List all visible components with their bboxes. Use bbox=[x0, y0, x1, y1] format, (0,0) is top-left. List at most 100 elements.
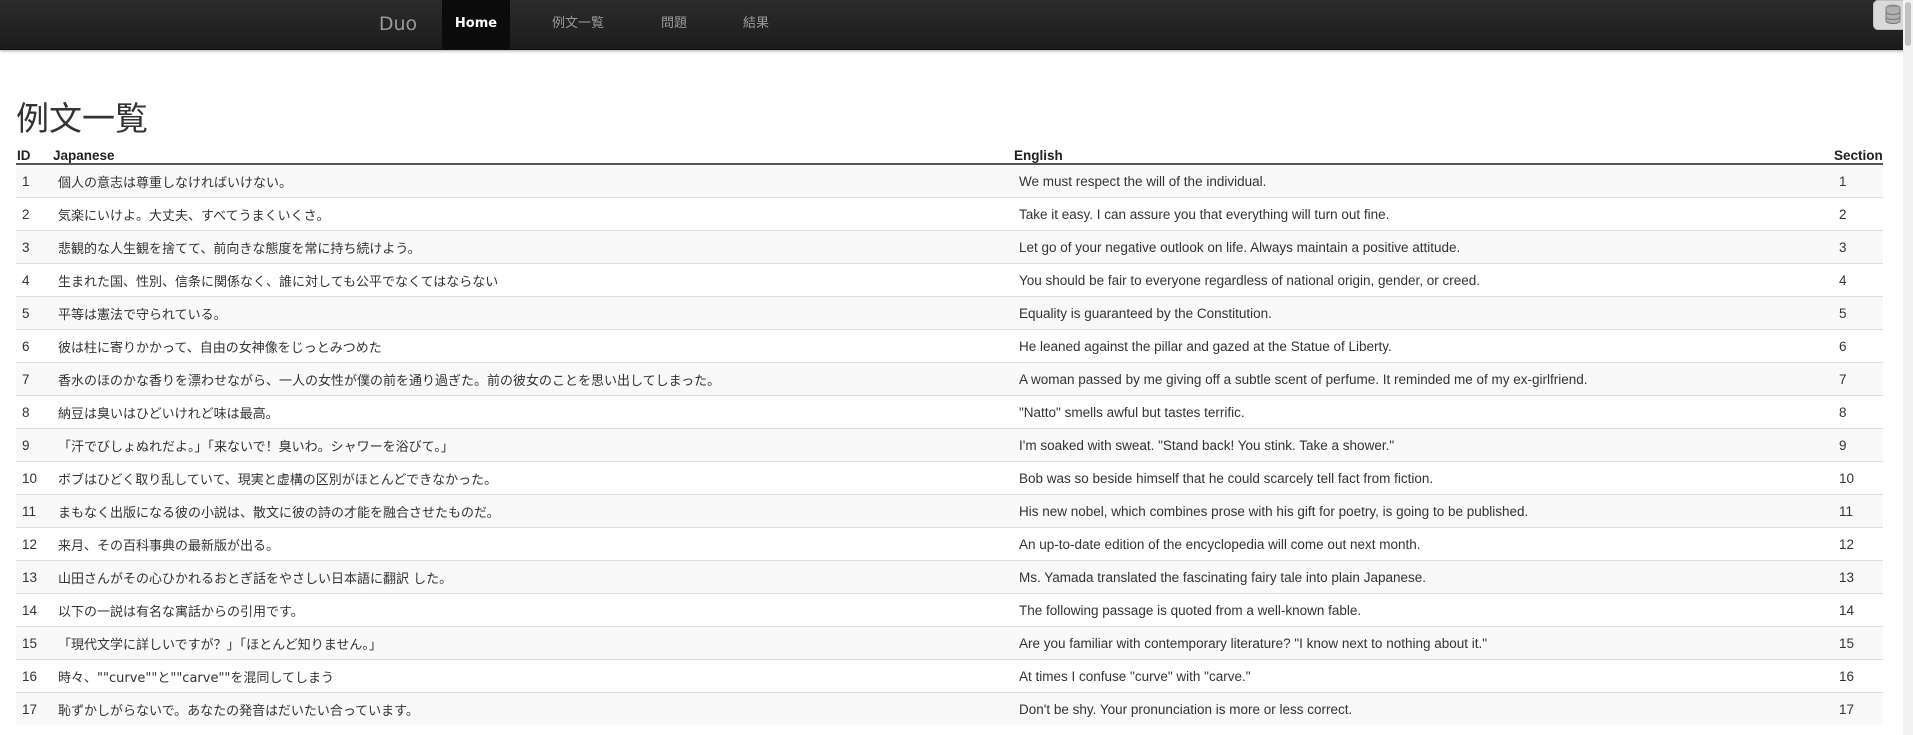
cell-id: 8 bbox=[16, 395, 52, 429]
cell-id: 6 bbox=[16, 329, 52, 363]
cell-japanese: 「現代文学に詳しいですが？」「ほとんど知りません。」 bbox=[52, 626, 1013, 660]
cell-id: 14 bbox=[16, 593, 52, 627]
cell-section: 11 bbox=[1833, 494, 1883, 528]
cell-id: 16 bbox=[16, 659, 52, 693]
cell-japanese: 以下の一説は有名な寓話からの引用です。 bbox=[52, 593, 1013, 627]
cell-section: 6 bbox=[1833, 329, 1883, 363]
table-row: 17 恥ずかしがらないで。あなたの発音はだいたい合っています。 Don't be s… bbox=[16, 692, 1883, 725]
cell-section: 14 bbox=[1833, 593, 1883, 627]
cell-english: He leaned against the pillar and gazed a… bbox=[1013, 329, 1833, 363]
column-header-section: Section bbox=[1833, 142, 1883, 165]
sentence-table: ID Japanese English Section 1 個人の意志は尊重しなけ… bbox=[16, 142, 1883, 725]
cell-japanese: 香水のほのかな香りを漂わせながら、一人の女性が僕の前を通り過ぎた。前の彼女のこと… bbox=[52, 362, 1013, 396]
table-row: 10 ボブはひどく取り乱していて、現実と虚構の区別がほとんどできなかった。 Bob … bbox=[16, 461, 1883, 495]
cell-id: 5 bbox=[16, 296, 52, 330]
cell-japanese: 生まれた国、性別、信条に関係なく、誰に対しても公平でなくてはならない bbox=[52, 263, 1013, 297]
cell-id: 17 bbox=[16, 692, 52, 725]
table-row: 3 悲観的な人生観を捨てて、前向きな態度を常に持ち続けよう。 Let go of y… bbox=[16, 230, 1883, 264]
cell-section: 3 bbox=[1833, 230, 1883, 264]
cell-id: 13 bbox=[16, 560, 52, 594]
cell-japanese: 恥ずかしがらないで。あなたの発音はだいたい合っています。 bbox=[52, 692, 1013, 725]
cell-japanese: 納豆は臭いはひどいけれど味は最高。 bbox=[52, 395, 1013, 429]
cell-section: 10 bbox=[1833, 461, 1883, 495]
table-row: 14 以下の一説は有名な寓話からの引用です。 The following passa… bbox=[16, 593, 1883, 627]
cell-section: 17 bbox=[1833, 692, 1883, 725]
vertical-scrollbar[interactable] bbox=[1903, 0, 1913, 735]
cell-section: 2 bbox=[1833, 197, 1883, 231]
table-header-row: ID Japanese English Section bbox=[16, 142, 1883, 165]
cell-id: 9 bbox=[16, 428, 52, 462]
cell-japanese: 「汗でびしょぬれだよ。」「来ないで！臭いわ。シャワーを浴びて。」 bbox=[52, 428, 1013, 462]
cell-english: His new nobel, which combines prose with… bbox=[1013, 494, 1833, 528]
column-header-japanese: Japanese bbox=[52, 142, 1013, 165]
table-row: 9 「汗でびしょぬれだよ。」「来ないで！臭いわ。シャワーを浴びて。」 I'm soa… bbox=[16, 428, 1883, 462]
cell-id: 15 bbox=[16, 626, 52, 660]
nav-item-home[interactable]: Home bbox=[442, 0, 510, 49]
cell-english: Don't be shy. Your pronunciation is more… bbox=[1013, 692, 1833, 725]
cell-japanese: 個人の意志は尊重しなければいけない。 bbox=[52, 163, 1013, 198]
cell-english: Bob was so beside himself that he could … bbox=[1013, 461, 1833, 495]
table-row: 12 来月、その百科事典の最新版が出る。 An up-to-date edition… bbox=[16, 527, 1883, 561]
cell-english: A woman passed by me giving off a subtle… bbox=[1013, 362, 1833, 396]
cell-section: 8 bbox=[1833, 395, 1883, 429]
cell-english: We must respect the will of the individu… bbox=[1013, 163, 1833, 198]
cell-english: Ms. Yamada translated the fascinating fa… bbox=[1013, 560, 1833, 594]
cell-english: Are you familiar with contemporary liter… bbox=[1013, 626, 1833, 660]
cell-id: 4 bbox=[16, 263, 52, 297]
column-header-english: English bbox=[1013, 142, 1833, 165]
cell-section: 1 bbox=[1833, 163, 1883, 198]
cell-english: Take it easy. I can assure you that ever… bbox=[1013, 197, 1833, 231]
cell-english: At times I confuse "curve" with "carve." bbox=[1013, 659, 1833, 693]
cell-japanese: 平等は憲法で守られている。 bbox=[52, 296, 1013, 330]
cell-english: Let go of your negative outlook on life.… bbox=[1013, 230, 1833, 264]
cell-japanese: 彼は柱に寄りかかって、自由の女神像をじっとみつめた bbox=[52, 329, 1013, 363]
cell-section: 5 bbox=[1833, 296, 1883, 330]
nav-item-questions[interactable]: 問題 bbox=[648, 0, 700, 49]
cell-id: 1 bbox=[16, 163, 52, 198]
cell-japanese: ボブはひどく取り乱していて、現実と虚構の区別がほとんどできなかった。 bbox=[52, 461, 1013, 495]
nav-item-results[interactable]: 結果 bbox=[730, 0, 782, 49]
table-body: 1 個人の意志は尊重しなければいけない。 We must respect the w… bbox=[16, 163, 1883, 725]
cell-japanese: 山田さんがその心ひかれるおとぎ話をやさしい日本語に翻訳 した。 bbox=[52, 560, 1013, 594]
brand-link[interactable]: Duo bbox=[364, 0, 432, 49]
top-navbar: Duo Home 例文一覧 問題 結果 bbox=[0, 0, 1913, 50]
cell-english: The following passage is quoted from a w… bbox=[1013, 593, 1833, 627]
cell-id: 11 bbox=[16, 494, 52, 528]
cell-id: 7 bbox=[16, 362, 52, 396]
scrollbar-thumb[interactable] bbox=[1905, 2, 1911, 46]
nav-item-sentence-list[interactable]: 例文一覧 bbox=[530, 0, 626, 49]
table-row: 4 生まれた国、性別、信条に関係なく、誰に対しても公平でなくてはならない You s… bbox=[16, 263, 1883, 297]
cell-japanese: 時々、""curve""と""carve""を混同してしまう bbox=[52, 659, 1013, 693]
cell-id: 10 bbox=[16, 461, 52, 495]
table-row: 2 気楽にいけよ。大丈夫、すべてうまくいくさ。 Take it easy. I ca… bbox=[16, 197, 1883, 231]
cell-english: An up-to-date edition of the encyclopedi… bbox=[1013, 527, 1833, 561]
page-title: 例文一覧 bbox=[16, 99, 148, 138]
table-row: 16 時々、""curve""と""carve""を混同してしまう At times… bbox=[16, 659, 1883, 693]
cell-japanese: 気楽にいけよ。大丈夫、すべてうまくいくさ。 bbox=[52, 197, 1013, 231]
cell-section: 4 bbox=[1833, 263, 1883, 297]
cell-section: 13 bbox=[1833, 560, 1883, 594]
cell-english: "Natto" smells awful but tastes terrific… bbox=[1013, 395, 1833, 429]
cell-section: 15 bbox=[1833, 626, 1883, 660]
column-header-id: ID bbox=[16, 142, 52, 165]
cell-japanese: まもなく出版になる彼の小説は、散文に彼の詩の才能を融合させたものだ。 bbox=[52, 494, 1013, 528]
cell-section: 16 bbox=[1833, 659, 1883, 693]
cell-japanese: 悲観的な人生観を捨てて、前向きな態度を常に持ち続けよう。 bbox=[52, 230, 1013, 264]
cell-id: 12 bbox=[16, 527, 52, 561]
cell-japanese: 来月、その百科事典の最新版が出る。 bbox=[52, 527, 1013, 561]
table-row: 15 「現代文学に詳しいですが？」「ほとんど知りません。」 Are you fami… bbox=[16, 626, 1883, 660]
table-row: 8 納豆は臭いはひどいけれど味は最高。 "Natto" smells awful b… bbox=[16, 395, 1883, 429]
cell-section: 7 bbox=[1833, 362, 1883, 396]
table-row: 1 個人の意志は尊重しなければいけない。 We must respect the w… bbox=[16, 163, 1883, 198]
cell-english: I'm soaked with sweat. "Stand back! You … bbox=[1013, 428, 1833, 462]
cell-section: 12 bbox=[1833, 527, 1883, 561]
table-row: 5 平等は憲法で守られている。 Equality is guaranteed by … bbox=[16, 296, 1883, 330]
table-row: 11 まもなく出版になる彼の小説は、散文に彼の詩の才能を融合させたものだ。 His … bbox=[16, 494, 1883, 528]
cell-id: 3 bbox=[16, 230, 52, 264]
table-row: 7 香水のほのかな香りを漂わせながら、一人の女性が僕の前を通り過ぎた。前の彼女のこ… bbox=[16, 362, 1883, 396]
cell-english: Equality is guaranteed by the Constituti… bbox=[1013, 296, 1833, 330]
cell-section: 9 bbox=[1833, 428, 1883, 462]
cell-english: You should be fair to everyone regardles… bbox=[1013, 263, 1833, 297]
table-row: 6 彼は柱に寄りかかって、自由の女神像をじっとみつめた He leaned agai… bbox=[16, 329, 1883, 363]
table-row: 13 山田さんがその心ひかれるおとぎ話をやさしい日本語に翻訳 した。 Ms. Yam… bbox=[16, 560, 1883, 594]
